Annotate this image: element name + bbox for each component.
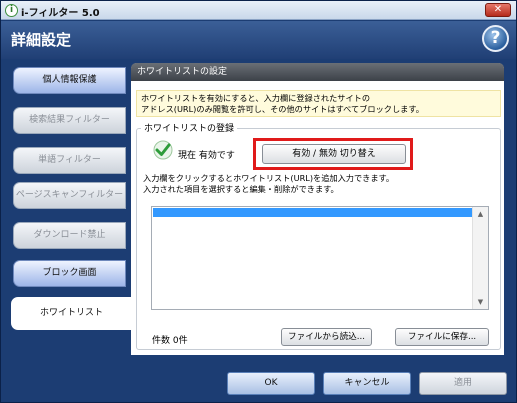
- tab-word-filter[interactable]: 単語フィルター: [13, 147, 126, 174]
- whitelist-panel: ホワイトリストの設定 ホワイトリストを有効にすると、入力欄に登録されたサイトの …: [131, 63, 504, 355]
- notice-line-1: ホワイトリストを有効にすると、入力欄に登録されたサイトの: [141, 93, 371, 103]
- scroll-up-icon[interactable]: ▲: [473, 207, 488, 221]
- close-button[interactable]: ✕: [485, 3, 511, 17]
- status-text: 現在 有効です: [178, 151, 235, 161]
- load-from-file-button[interactable]: ファイルから読込...: [281, 328, 372, 346]
- app-window: i i-フィルター 5.0 ✕ 詳細設定 ? 個人情報保護 検索結果フィルター …: [0, 0, 517, 403]
- scroll-down-icon[interactable]: ▼: [473, 295, 488, 309]
- window-title: i-フィルター 5.0: [21, 8, 100, 19]
- vertical-scrollbar[interactable]: ▲ ▼: [472, 207, 488, 309]
- settings-sidebar: 個人情報保護 検索結果フィルター 単語フィルター ページスキャンフィルター ダウ…: [1, 59, 132, 359]
- title-bar: i i-フィルター 5.0 ✕: [1, 1, 516, 20]
- instructions-line-2: 入力された項目を選択すると編集・削除ができます。: [143, 184, 339, 194]
- help-icon[interactable]: ?: [482, 25, 509, 52]
- tab-search-filter[interactable]: 検索結果フィルター: [13, 107, 126, 134]
- header-bar: 詳細設定 ?: [1, 21, 516, 59]
- tab-privacy[interactable]: 個人情報保護: [13, 67, 126, 94]
- info-notice: ホワイトリストを有効にすると、入力欄に登録されたサイトの アドレス(URL)のみ…: [136, 90, 501, 117]
- check-icon: [153, 140, 173, 160]
- notice-line-2: アドレス(URL)のみ閲覧を許可し、その他のサイトはすべてブロックします。: [141, 104, 424, 114]
- tab-download-block[interactable]: ダウンロード禁止: [13, 222, 126, 249]
- toggle-highlight-frame: [253, 138, 413, 170]
- whitelist-list[interactable]: ▲ ▼: [151, 206, 489, 310]
- ok-button[interactable]: OK: [227, 372, 315, 395]
- instructions-line-1: 入力欄をクリックするとホワイトリスト(URL)を追加入力できます。: [143, 173, 395, 183]
- page-title: 詳細設定: [11, 31, 72, 49]
- apply-button[interactable]: 適用: [419, 372, 507, 395]
- item-count: 件数 0件: [152, 336, 188, 346]
- tab-block-screen[interactable]: ブロック画面: [13, 260, 126, 287]
- list-item[interactable]: [153, 208, 472, 217]
- panel-title: ホワイトリストの設定: [131, 63, 504, 81]
- cancel-button[interactable]: キャンセル: [323, 372, 411, 395]
- app-icon: i: [5, 4, 18, 17]
- footer-bar: OK キャンセル 適用: [1, 359, 516, 402]
- instructions-text: 入力欄をクリックするとホワイトリスト(URL)を追加入力できます。 入力された項…: [143, 173, 394, 195]
- tab-whitelist[interactable]: ホワイトリスト: [11, 297, 132, 330]
- tab-page-scan-filter[interactable]: ページスキャンフィルター: [13, 182, 126, 209]
- group-label: ホワイトリストの登録: [141, 121, 238, 134]
- save-to-file-button[interactable]: ファイルに保存...: [395, 328, 489, 346]
